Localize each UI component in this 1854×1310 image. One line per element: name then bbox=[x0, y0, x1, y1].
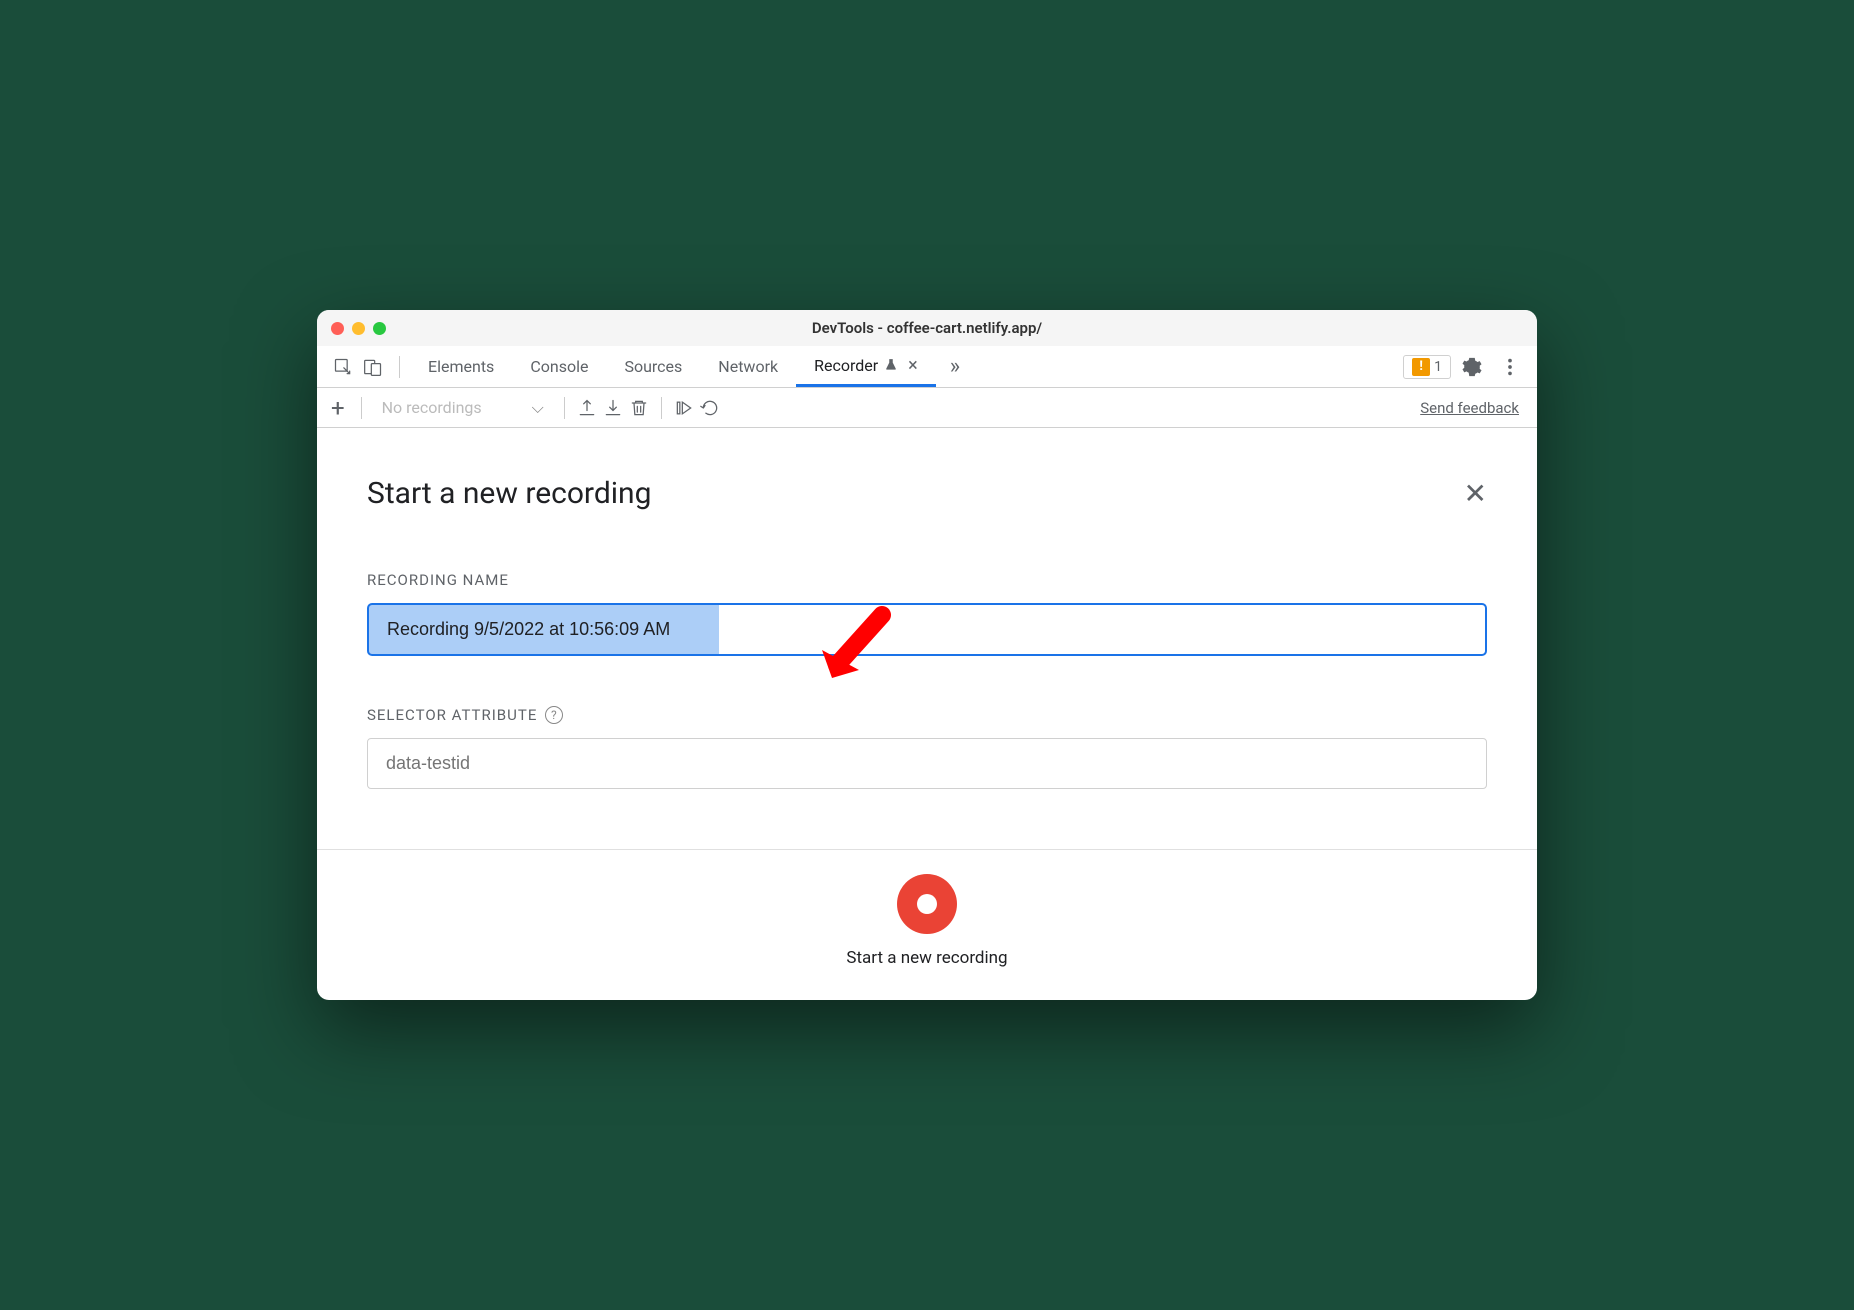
record-icon bbox=[917, 894, 937, 914]
footer-label: Start a new recording bbox=[846, 948, 1007, 968]
device-toggle-icon[interactable] bbox=[363, 357, 383, 377]
recordings-dropdown[interactable]: No recordings ⌵ bbox=[374, 398, 552, 418]
close-panel-icon[interactable]: ✕ bbox=[1464, 477, 1487, 510]
add-recording-button[interactable]: + bbox=[327, 394, 349, 422]
start-recording-button[interactable] bbox=[897, 874, 957, 934]
window-title: DevTools - coffee-cart.netlify.app/ bbox=[812, 319, 1042, 337]
step-icon[interactable] bbox=[674, 398, 694, 418]
maximize-window-button[interactable] bbox=[373, 322, 386, 335]
recording-name-input[interactable] bbox=[367, 603, 1487, 656]
replay-icon[interactable] bbox=[700, 398, 720, 418]
close-tab-icon[interactable]: × bbox=[908, 355, 918, 376]
chevron-down-icon: ⌵ bbox=[532, 398, 544, 418]
export-icon[interactable] bbox=[577, 398, 597, 418]
close-window-button[interactable] bbox=[331, 322, 344, 335]
more-icon[interactable] bbox=[1499, 356, 1521, 378]
minimize-window-button[interactable] bbox=[352, 322, 365, 335]
divider bbox=[661, 397, 662, 419]
selector-attribute-label: SELECTOR ATTRIBUTE ? bbox=[367, 706, 1487, 724]
tab-network[interactable]: Network bbox=[700, 346, 796, 387]
recorder-toolbar: + No recordings ⌵ bbox=[317, 388, 1537, 428]
selector-attribute-input[interactable] bbox=[367, 738, 1487, 789]
divider bbox=[399, 356, 400, 378]
tab-sources[interactable]: Sources bbox=[606, 346, 700, 387]
warning-icon: ! bbox=[1412, 358, 1430, 376]
divider bbox=[361, 397, 362, 419]
inspect-icon[interactable] bbox=[333, 357, 353, 377]
more-tabs-button[interactable]: » bbox=[940, 354, 970, 379]
tab-recorder[interactable]: Recorder × bbox=[796, 346, 936, 387]
divider bbox=[564, 397, 565, 419]
footer: Start a new recording bbox=[317, 849, 1537, 1000]
titlebar: DevTools - coffee-cart.netlify.app/ bbox=[317, 310, 1537, 346]
import-icon[interactable] bbox=[603, 398, 623, 418]
tabs-bar: Elements Console Sources Network Recorde… bbox=[317, 346, 1537, 388]
content-area: Start a new recording ✕ RECORDING NAME S… bbox=[317, 428, 1537, 789]
settings-icon[interactable] bbox=[1461, 356, 1483, 378]
traffic-lights bbox=[331, 322, 386, 335]
recording-name-label: RECORDING NAME bbox=[367, 571, 1487, 589]
issues-badge[interactable]: ! 1 bbox=[1403, 355, 1451, 379]
delete-icon[interactable] bbox=[629, 398, 649, 418]
flask-icon bbox=[884, 358, 898, 372]
help-icon[interactable]: ? bbox=[545, 706, 563, 724]
devtools-window: DevTools - coffee-cart.netlify.app/ Elem… bbox=[317, 310, 1537, 1000]
send-feedback-link[interactable]: Send feedback bbox=[1420, 399, 1519, 417]
tab-console[interactable]: Console bbox=[512, 346, 606, 387]
page-title: Start a new recording bbox=[367, 476, 651, 511]
tab-elements[interactable]: Elements bbox=[410, 346, 512, 387]
